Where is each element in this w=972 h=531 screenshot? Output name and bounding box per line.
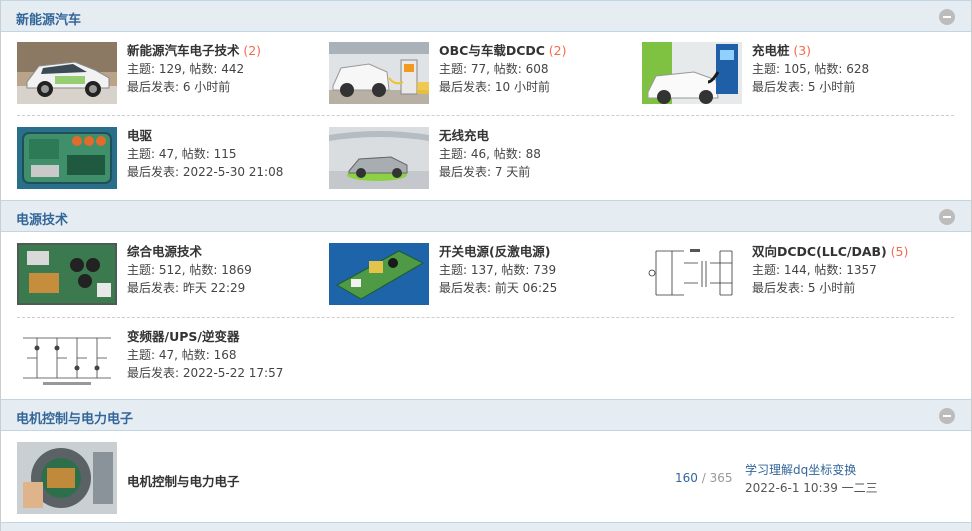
forum-last-post: 最后发表: 昨天 22:29 [127, 281, 246, 295]
forum-stats: 主题: 129, 帖数: 442 [127, 62, 245, 76]
forum-thumbnail-motor-control[interactable] [17, 442, 117, 514]
forum-name[interactable]: 无线充电 [439, 128, 489, 143]
collapse-icon[interactable] [939, 209, 955, 225]
forum-last-post: 最后发表: 2022-5-22 17:57 [127, 366, 284, 380]
forum-name[interactable]: 充电桩 [752, 43, 790, 58]
forum-item: 开关电源(反激电源) 主题: 137, 帖数: 739 最后发表: 前天 06:… [329, 243, 629, 307]
forum-index: 新能源汽车 新能源汽车电子技术 (2) 主题: 129, 帖数: 442 最后发… [0, 0, 972, 531]
category-header-power: 电源技术 [1, 200, 971, 232]
forum-thumbnail-power-general[interactable] [17, 243, 117, 305]
forum-stats: 主题: 47, 帖数: 168 [127, 348, 237, 362]
last-post-meta: 2022-6-1 10:39 一二三 [745, 481, 878, 495]
forum-thumbnail-obc[interactable] [329, 42, 429, 104]
row-divider [17, 115, 954, 116]
forum-stats: 主题: 77, 帖数: 608 [439, 62, 549, 76]
new-posts-count: (5) [890, 244, 909, 259]
forum-last-post: 最后发表: 5 小时前 [752, 80, 856, 94]
forum-last-post: 最后发表: 2022-5-30 21:08 [127, 165, 284, 179]
new-posts-count: (2) [548, 43, 567, 58]
next-category-edge [1, 522, 971, 531]
forum-stats: 主题: 137, 帖数: 739 [439, 263, 557, 277]
forum-stats: 主题: 512, 帖数: 1869 [127, 263, 252, 277]
thread-count: 160 [675, 471, 698, 485]
forum-name[interactable]: 电驱 [127, 128, 152, 143]
post-count: 365 [709, 471, 733, 485]
forum-name[interactable]: 电机控制与电力电子 [127, 471, 240, 490]
forum-item: 新能源汽车电子技术 (2) 主题: 129, 帖数: 442 最后发表: 6 小… [17, 42, 317, 106]
forum-last-post: 最后发表: 前天 06:25 [439, 281, 558, 295]
collapse-icon[interactable] [939, 408, 955, 424]
category-title[interactable]: 新能源汽车 [16, 9, 81, 28]
forum-last-post: 最后发表: 7 天前 [439, 165, 531, 179]
forum-thumbnail-ev-car[interactable] [17, 42, 117, 104]
forum-last-post: 最后发表: 10 小时前 [439, 80, 550, 94]
forum-thumbnail-wireless-charging[interactable] [329, 127, 429, 189]
forum-stats: 主题: 46, 帖数: 88 [439, 147, 541, 161]
category-header-ev: 新能源汽车 [1, 0, 971, 32]
row-divider [17, 317, 954, 318]
category-title[interactable]: 电机控制与电力电子 [16, 408, 133, 427]
forum-item: 电驱 主题: 47, 帖数: 115 最后发表: 2022-5-30 21:08 [17, 127, 317, 191]
forum-stats: 主题: 105, 帖数: 628 [752, 62, 870, 76]
category-header-motor-control: 电机控制与电力电子 [1, 399, 971, 431]
forum-thumbnail-inverter[interactable] [17, 328, 117, 390]
forum-item: 无线充电 主题: 46, 帖数: 88 最后发表: 7 天前 [329, 127, 629, 191]
category-title[interactable]: 电源技术 [16, 209, 68, 228]
forum-stats: 主题: 144, 帖数: 1357 [752, 263, 877, 277]
forum-name[interactable]: 综合电源技术 [127, 244, 202, 259]
forum-stats: 主题: 47, 帖数: 115 [127, 147, 237, 161]
forum-item: OBC与车载DCDC (2) 主题: 77, 帖数: 608 最后发表: 10 … [329, 42, 629, 106]
forum-thumbnail-flyback[interactable] [329, 243, 429, 305]
collapse-icon[interactable] [939, 9, 955, 25]
last-post: 学习理解dq坐标变换 2022-6-1 10:39 一二三 [745, 461, 878, 497]
forum-thumbnail-charger[interactable] [642, 42, 742, 104]
forum-item: 充电桩 (3) 主题: 105, 帖数: 628 最后发表: 5 小时前 [642, 42, 942, 106]
forum-name[interactable]: 新能源汽车电子技术 [127, 43, 240, 58]
forum-last-post: 最后发表: 5 小时前 [752, 281, 856, 295]
forum-name[interactable]: 双向DCDC(LLC/DAB) [752, 244, 887, 259]
forum-item: 变频器/UPS/逆变器 主题: 47, 帖数: 168 最后发表: 2022-5… [17, 328, 317, 392]
forum-last-post: 最后发表: 6 小时前 [127, 80, 231, 94]
forum-name[interactable]: OBC与车载DCDC [439, 43, 545, 58]
count-separator: / [701, 471, 706, 485]
forum-item: 双向DCDC(LLC/DAB) (5) 主题: 144, 帖数: 1357 最后… [642, 243, 942, 307]
new-posts-count: (3) [793, 43, 812, 58]
forum-name[interactable]: 变频器/UPS/逆变器 [127, 329, 239, 344]
forum-name[interactable]: 开关电源(反激电源) [439, 244, 550, 259]
new-posts-count: (2) [243, 43, 262, 58]
forum-counts: 160 / 365 [675, 471, 733, 485]
forum-item: 综合电源技术 主题: 512, 帖数: 1869 最后发表: 昨天 22:29 [17, 243, 317, 307]
forum-thumbnail-bidirectional-dcdc[interactable] [642, 243, 742, 305]
last-post-title[interactable]: 学习理解dq坐标变换 [745, 461, 878, 479]
forum-thumbnail-motor-drive[interactable] [17, 127, 117, 189]
